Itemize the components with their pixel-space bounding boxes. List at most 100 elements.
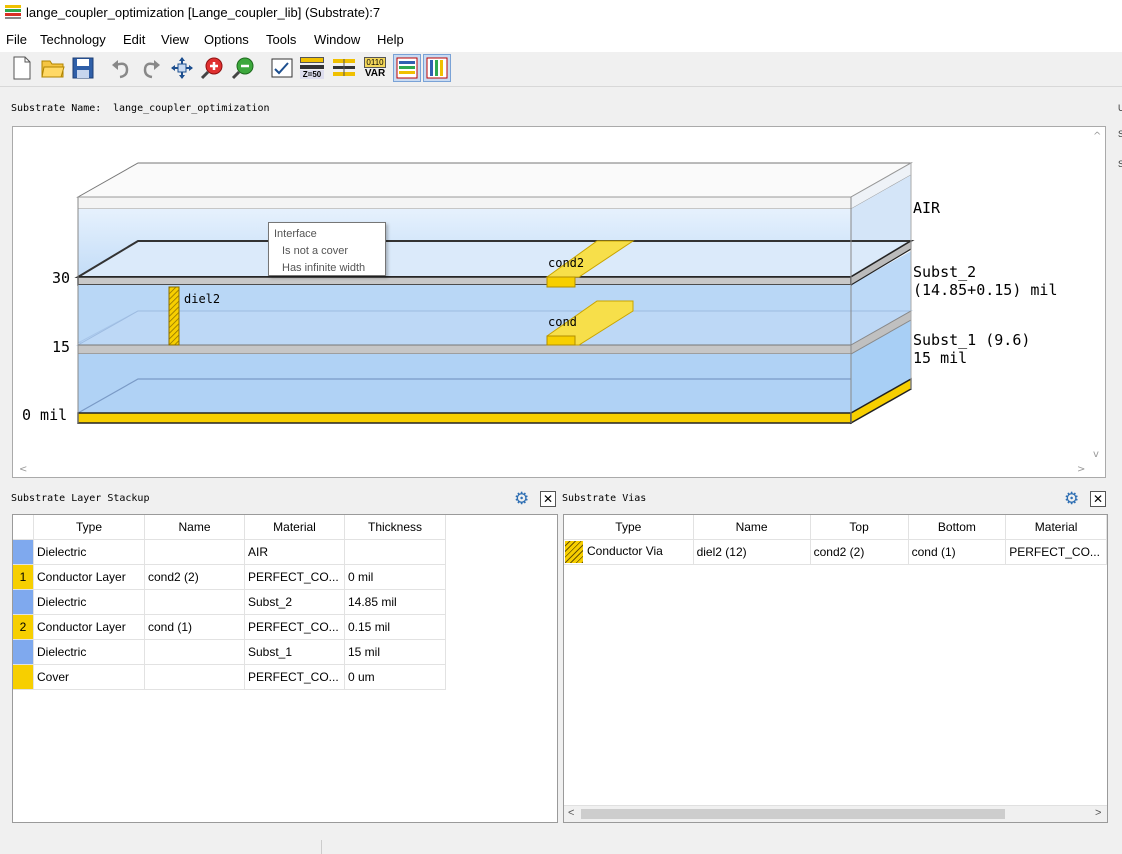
substrate-name-value: lange_coupler_optimization — [113, 103, 270, 114]
vias-close-icon[interactable]: ✕ — [1090, 491, 1106, 507]
stackup-cell-name[interactable] — [144, 539, 245, 565]
stackup-cell-name[interactable]: cond2 (2) — [144, 564, 245, 590]
via-label-diel2: diel2 — [184, 292, 221, 306]
vias-header-bottom[interactable]: Bottom — [908, 515, 1007, 540]
vias-horizontal-scrollbar[interactable]: < > — [564, 805, 1107, 822]
vias-settings-gear-icon[interactable]: ⚙ — [1064, 490, 1079, 507]
z50-label: Z=50 — [300, 70, 324, 79]
stackup-cell-type[interactable]: Dielectric — [33, 639, 145, 665]
vias-scroll-thumb[interactable] — [581, 809, 1005, 819]
stackup-header-type[interactable]: Type — [33, 515, 145, 540]
stackup-row[interactable]: 1 Conductor Layer cond2 (2) PERFECT_CO... 0 … — [13, 564, 446, 590]
stackup-cell-thickness[interactable]: 0 mil — [344, 564, 446, 590]
stackup-row-indicator — [13, 589, 34, 615]
via-cell-bottom[interactable]: cond (1) — [908, 539, 1007, 565]
stackup-close-icon[interactable]: ✕ — [540, 491, 556, 507]
vias-header-name[interactable]: Name — [693, 515, 811, 540]
layer-align-icon[interactable] — [330, 54, 358, 82]
stackup-cell-thickness[interactable]: 0 um — [344, 664, 446, 690]
new-file-icon[interactable] — [8, 54, 36, 82]
stackup-cell-type[interactable]: Dielectric — [33, 539, 145, 565]
stackup-cell-type[interactable]: Dielectric — [33, 589, 145, 615]
stackup-cell-thickness[interactable]: 0.15 mil — [344, 614, 446, 640]
menu-view[interactable]: View — [161, 32, 189, 47]
z50-icon[interactable]: Z=50 — [298, 54, 326, 82]
stackup-cell-material[interactable]: PERFECT_CO... — [244, 664, 345, 690]
stackup-cell-material[interactable]: Subst_1 — [244, 639, 345, 665]
stackup-row-indicator: 2 — [13, 614, 34, 640]
via-cell-material[interactable]: PERFECT_CO... — [1005, 539, 1107, 565]
open-folder-icon[interactable] — [39, 54, 67, 82]
menu-tools[interactable]: Tools — [266, 32, 296, 47]
stackup-cell-thickness[interactable]: 14.85 mil — [344, 589, 446, 615]
vias-header-top[interactable]: Top — [810, 515, 909, 540]
tooltip-line-not-cover: Is not a cover — [282, 245, 349, 257]
stackup-cell-type[interactable]: Cover — [33, 664, 145, 690]
check-icon[interactable] — [268, 54, 296, 82]
status-divider — [321, 840, 322, 854]
stackup-header-name[interactable]: Name — [144, 515, 245, 540]
pan-icon[interactable] — [168, 54, 196, 82]
menu-window[interactable]: Window — [314, 32, 360, 47]
vertical-layers-icon[interactable] — [423, 54, 451, 82]
vias-panel-title: Substrate Vias — [562, 493, 647, 504]
substrate-name-label: Substrate Name: — [11, 103, 102, 114]
stackup-grid: Type Name Material Thickness Dielectric A… — [13, 515, 446, 690]
menu-help[interactable]: Help — [377, 32, 404, 47]
stackup-row[interactable]: Cover PERFECT_CO... 0 um — [13, 664, 446, 690]
var-label: VAR — [364, 68, 386, 79]
via-cell-top[interactable]: cond2 (2) — [810, 539, 909, 565]
vias-header-type[interactable]: Type — [564, 515, 694, 540]
stackup-cell-type[interactable]: Conductor Layer — [33, 564, 145, 590]
stackup-cell-material[interactable]: PERFECT_CO... — [244, 614, 345, 640]
substrate-3d-canvas: < > ^ v — [19, 131, 1101, 475]
var-icon[interactable]: 0110 VAR — [361, 54, 389, 82]
stackup-row[interactable]: 2 Conductor Layer cond (1) PERFECT_CO... 0.1… — [13, 614, 446, 640]
stackup-cell-name[interactable] — [144, 589, 245, 615]
save-icon[interactable] — [69, 54, 97, 82]
stackup-cell-material[interactable]: Subst_2 — [244, 589, 345, 615]
stackup-cell-material[interactable]: PERFECT_CO... — [244, 564, 345, 590]
right-pane-edge: USS — [1118, 103, 1122, 169]
app-icon — [5, 5, 21, 19]
menu-file[interactable]: File — [6, 32, 27, 47]
stackup-settings-gear-icon[interactable]: ⚙ — [514, 490, 529, 507]
axis-label-30: 30 — [52, 269, 71, 287]
strip-label-cond: cond — [548, 315, 577, 329]
menu-technology[interactable]: Technology — [40, 32, 106, 47]
redo-icon[interactable] — [137, 54, 165, 82]
undo-icon[interactable] — [107, 54, 135, 82]
stackup-table: Type Name Material Thickness Dielectric A… — [12, 514, 558, 823]
menu-options[interactable]: Options — [204, 32, 249, 47]
stackup-row[interactable]: Dielectric AIR — [13, 539, 446, 565]
scroll-right-icon[interactable]: > — [1095, 807, 1101, 819]
stackup-cell-name[interactable] — [144, 664, 245, 690]
axis-label-15: 15 — [52, 338, 71, 356]
stackup-row[interactable]: Dielectric Subst_2 14.85 mil — [13, 589, 446, 615]
via-cell-name[interactable]: diel2 (12) — [693, 539, 811, 565]
stackup-header-thickness[interactable]: Thickness — [344, 515, 446, 540]
zoom-in-icon[interactable] — [198, 54, 226, 82]
menu-edit[interactable]: Edit — [123, 32, 145, 47]
stackup-row-indicator: 1 — [13, 564, 34, 590]
horizontal-layers-icon[interactable] — [393, 54, 421, 82]
stackup-cell-name[interactable]: cond (1) — [144, 614, 245, 640]
via-row[interactable]: Conductor Via diel2 (12) cond2 (2) cond (1)… — [564, 539, 1107, 565]
substrate-3d-viewer[interactable]: < > ^ v 30 15 0 mil AIR Subst_2 (14.85+0… — [12, 126, 1106, 478]
stackup-cell-material[interactable]: AIR — [244, 539, 345, 565]
stackup-cell-type[interactable]: Conductor Layer — [33, 614, 145, 640]
stackup-cell-thickness[interactable]: 15 mil — [344, 639, 446, 665]
stackup-row[interactable]: Dielectric Subst_1 15 mil — [13, 639, 446, 665]
stackup-header-material[interactable]: Material — [244, 515, 345, 540]
stackup-cell-thickness[interactable] — [344, 539, 446, 565]
menu-bar: File Technology Edit View Options Tools … — [0, 28, 1122, 52]
scroll-left-icon[interactable]: < — [568, 807, 574, 819]
vias-header-material[interactable]: Material — [1005, 515, 1107, 540]
title-bar: lange_coupler_optimization [Lange_couple… — [0, 0, 1122, 28]
zoom-out-icon[interactable] — [229, 54, 257, 82]
stackup-cell-name[interactable] — [144, 639, 245, 665]
via-cell-type[interactable]: Conductor Via — [564, 539, 694, 565]
tooltip-line-infinite-width: Has infinite width — [282, 262, 366, 274]
toolbar: Z=50 0110 VAR — [0, 52, 1122, 87]
stackup-header-row: Type Name Material Thickness — [13, 515, 446, 540]
